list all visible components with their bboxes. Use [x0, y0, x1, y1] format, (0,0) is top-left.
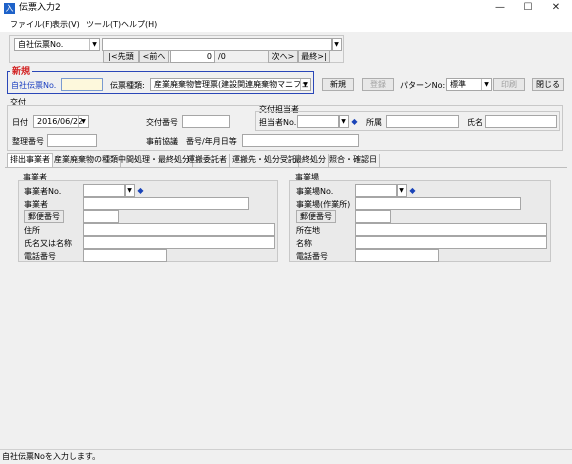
menu-view[interactable]: 表示(V): [52, 18, 80, 31]
pattern-value: 標準: [450, 80, 466, 89]
prev-button[interactable]: <前へ: [139, 50, 169, 63]
company-address-input[interactable]: [83, 223, 275, 236]
lookup-diamond-icon[interactable]: ◆: [136, 186, 145, 195]
last-button[interactable]: 最終>|: [298, 50, 330, 63]
name-input[interactable]: [485, 115, 557, 128]
seiri-label: 整理番号: [12, 137, 44, 146]
print-button[interactable]: 印刷: [493, 78, 525, 91]
site-person-label: 名称: [296, 239, 312, 248]
company-no-dropdown[interactable]: ▼: [125, 184, 135, 197]
site-no-input[interactable]: [355, 184, 397, 197]
doc-no-label: 交付番号: [146, 118, 178, 127]
denpyo-type-value: 産業廃棄物管理票(建設関連廃棄物マニフェスト): [154, 80, 311, 89]
chevron-down-icon: ▼: [126, 185, 134, 196]
site-name-label: 事業場(作業所): [296, 200, 351, 209]
name-label: 氏名: [467, 118, 483, 127]
new-button[interactable]: 新規: [322, 78, 354, 91]
register-button[interactable]: 登録: [362, 78, 394, 91]
company-name-label: 事業者: [24, 200, 48, 209]
position-input[interactable]: 0: [170, 50, 215, 63]
pattern-select[interactable]: 標準 ▼: [446, 78, 492, 91]
prior-consult-input[interactable]: [242, 134, 359, 147]
tab-destination[interactable]: 運搬先・処分受託: [230, 154, 299, 167]
menu-tools[interactable]: ツール(T): [86, 18, 121, 31]
tab-waste-type[interactable]: 産業廃棄物の種類: [52, 154, 121, 167]
company-name-input[interactable]: [83, 197, 249, 210]
status-bar: 自社伝票Noを入力します。: [0, 449, 572, 464]
denpyo-type-label: 伝票種類:: [110, 81, 145, 90]
site-phone-label: 電話番号: [296, 252, 328, 261]
field-select-value: 自社伝票No.: [18, 40, 64, 49]
pattern-label: パターンNo:: [400, 81, 446, 90]
tab-transport-contractor[interactable]: 運搬委託者: [185, 154, 230, 167]
close-window-button[interactable]: ✕: [543, 1, 569, 15]
minimize-button[interactable]: —: [487, 1, 513, 15]
tab-emitter[interactable]: 排出事業者: [7, 153, 53, 167]
maximize-button[interactable]: ☐: [515, 1, 541, 15]
next-button[interactable]: 次へ>: [268, 50, 298, 63]
site-no-dropdown[interactable]: ▼: [397, 184, 407, 197]
company-no-input[interactable]: [83, 184, 125, 197]
person-no-label: 担当者No.: [259, 118, 297, 127]
date-picker[interactable]: 2016/06/22 ▼: [33, 115, 89, 128]
tab-strip-line: [5, 167, 567, 168]
title-bar: 入 伝票入力2 — ☐ ✕: [0, 0, 572, 17]
search-dropdown[interactable]: ▼: [332, 38, 342, 51]
chevron-down-icon: ▼: [300, 79, 310, 90]
denpyo-no-input[interactable]: [61, 78, 103, 91]
chevron-down-icon: ▼: [89, 39, 99, 50]
company-address-label: 住所: [24, 226, 40, 235]
company-phone-label: 電話番号: [24, 252, 56, 261]
person-no-input[interactable]: [297, 115, 339, 128]
tab-intermediate[interactable]: 中間処理・最終処分: [116, 154, 193, 167]
menu-bar: ファイル(F) 表示(V) ツール(T) ヘルプ(H): [0, 17, 572, 32]
date-value: 2016/06/22: [37, 117, 84, 126]
app-icon: 入: [4, 3, 15, 14]
new-badge: 新規: [10, 67, 33, 78]
close-button[interactable]: 閉じる: [532, 78, 564, 91]
company-no-label: 事業者No.: [24, 187, 62, 196]
first-button[interactable]: |<先頭: [103, 50, 139, 63]
chevron-down-icon: ▼: [398, 185, 406, 196]
site-zip-input[interactable]: [355, 210, 391, 223]
site-no-label: 事業場No.: [296, 187, 334, 196]
site-phone-input[interactable]: [355, 249, 439, 262]
site-person-input[interactable]: [355, 236, 547, 249]
site-zip-button[interactable]: 郵便番号: [296, 210, 336, 223]
lookup-diamond-icon[interactable]: ◆: [408, 186, 417, 195]
denpyo-type-select[interactable]: 産業廃棄物管理票(建設関連廃棄物マニフェスト) ▼: [150, 78, 311, 91]
company-phone-input[interactable]: [83, 249, 167, 262]
dept-label: 所属: [366, 118, 382, 127]
tab-verification[interactable]: 照合・確認日: [327, 154, 380, 167]
chevron-down-icon: ▼: [340, 116, 348, 127]
site-name-input[interactable]: [355, 197, 521, 210]
site-address-label: 所在地: [296, 226, 320, 235]
window-title: 伝票入力2: [19, 3, 61, 13]
field-select[interactable]: 自社伝票No. ▼: [14, 38, 100, 51]
doc-no-input[interactable]: [182, 115, 230, 128]
company-person-label: 氏名又は名称: [24, 239, 72, 248]
company-zip-button[interactable]: 郵便番号: [24, 210, 64, 223]
company-person-input[interactable]: [83, 236, 275, 249]
company-zip-input[interactable]: [83, 210, 119, 223]
site-address-input[interactable]: [355, 223, 547, 236]
menu-help[interactable]: ヘルプ(H): [121, 18, 157, 31]
date-label: 日付: [12, 118, 28, 127]
total-count: /0: [218, 52, 226, 61]
prior-consult-label: 事前協議 番号/年月日等: [146, 137, 237, 146]
chevron-down-icon: ▼: [333, 39, 341, 50]
chevron-down-icon: ▼: [78, 116, 88, 127]
menu-file[interactable]: ファイル(F): [10, 18, 53, 31]
seiri-input[interactable]: [47, 134, 97, 147]
denpyo-no-label: 自社伝票No.: [11, 81, 57, 90]
lookup-diamond-icon[interactable]: ◆: [350, 117, 359, 126]
dept-input[interactable]: [386, 115, 459, 128]
chevron-down-icon: ▼: [481, 79, 491, 90]
tab-final-disposal[interactable]: 最終処分: [292, 154, 329, 167]
person-no-dropdown[interactable]: ▼: [339, 115, 349, 128]
